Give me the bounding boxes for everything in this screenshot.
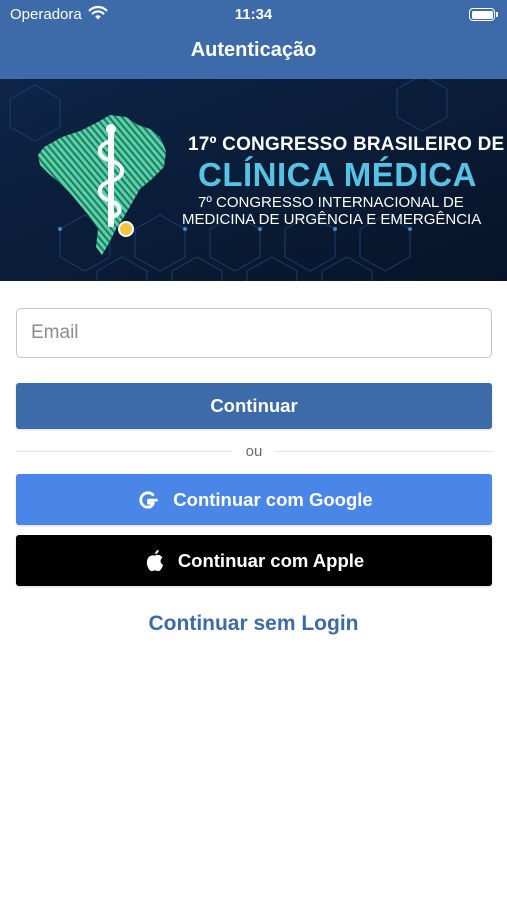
continue-button[interactable]: Continuar [16,383,492,429]
banner-line-1: 17º CONGRESSO BRASILEIRO DE [188,134,505,155]
apple-logo-icon [146,549,164,571]
banner-line-2: CLÍNICA MÉDICA [198,156,477,193]
status-bar: Operadora 11:34 [0,0,507,28]
or-divider: ou [16,442,492,462]
google-signin-button[interactable]: Continuar com Google [16,474,492,525]
apple-signin-button[interactable]: Continuar com Apple [16,535,492,586]
banner-line-3: 7º CONGRESSO INTERNACIONAL DE [198,194,464,211]
app-header: Operadora 11:34 Autenticação [0,0,507,79]
apple-button-label: Continuar com Apple [177,549,365,571]
continue-without-login-link[interactable]: Continuar sem Login [0,612,507,636]
continue-button-label: Continuar [210,395,298,416]
google-g-icon [139,490,159,509]
page-title: Autenticação [190,39,317,61]
event-banner: 17º CONGRESSO BRASILEIRO DE CLÍNICA MÉDI… [0,79,507,281]
email-input[interactable] [16,308,492,358]
battery-icon [469,8,498,21]
banner-line-4: MEDICINA DE URGÊNCIA E EMERGÊNCIA [182,211,482,228]
clock: 11:34 [234,6,273,23]
divider-line-right [276,451,492,452]
google-button-label: Continuar com Google [173,488,373,510]
